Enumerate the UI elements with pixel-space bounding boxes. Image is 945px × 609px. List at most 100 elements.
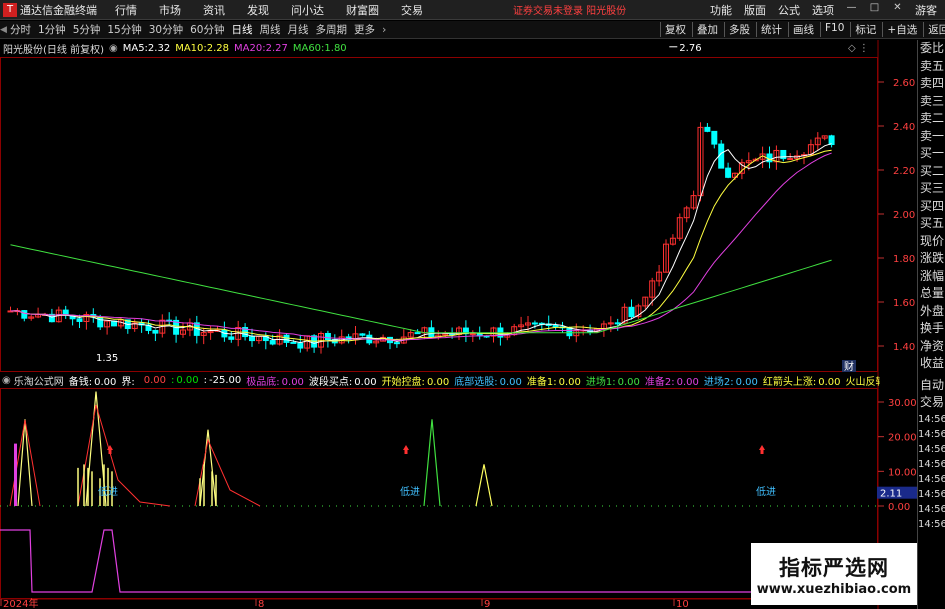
period-more[interactable]: 更多 xyxy=(354,22,375,37)
close-icon[interactable]: ✕ xyxy=(892,2,903,13)
indicator-item-label: 极品底: xyxy=(246,376,280,388)
quote-panel-item[interactable]: 买四 xyxy=(918,198,945,216)
candle-body xyxy=(552,324,559,328)
login-alert[interactable]: 证券交易未登录 阳光股份 xyxy=(513,2,626,17)
quote-panel-item[interactable]: 净资 xyxy=(918,338,945,356)
tool-back[interactable]: 返回 xyxy=(923,22,945,37)
settings-icon[interactable]: ◉ xyxy=(109,43,118,54)
tick-time: 14:56 xyxy=(918,428,945,440)
date-label: 10 xyxy=(676,599,689,609)
indicator-item: 波段买点: 0.00 xyxy=(309,373,377,388)
minimize-icon[interactable]: — xyxy=(846,2,857,13)
tool-overlay[interactable]: 叠加 xyxy=(692,22,722,37)
menu-item-wealth[interactable]: 财富圈 xyxy=(346,2,379,18)
price-tick-label: 1.80 xyxy=(893,254,915,265)
candle-body xyxy=(614,322,621,325)
period-monthly[interactable]: 月线 xyxy=(288,22,309,37)
stock-label[interactable]: 阳光股份(日线 前复权) xyxy=(3,41,104,56)
candle-body xyxy=(76,318,83,322)
ma10-line xyxy=(10,149,832,342)
current-value-label: 2.11 xyxy=(880,489,902,500)
quote-panel-item[interactable]: 委比 xyxy=(918,40,945,58)
indicator-item: 界: xyxy=(121,373,136,388)
menu-item-market[interactable]: 市场 xyxy=(159,2,181,18)
indicator-item: 进场1: 0.00 xyxy=(586,373,640,388)
auto-trade-item[interactable]: 自动 xyxy=(918,377,945,395)
menu-item-formula[interactable]: 公式 xyxy=(778,2,800,18)
indicator-item-value: 0.00 xyxy=(354,376,377,388)
signal-label: 低进 xyxy=(98,485,118,498)
tool-multi-stock[interactable]: 多股 xyxy=(724,22,754,37)
user-label[interactable]: 游客 xyxy=(915,2,937,18)
candle-body xyxy=(249,336,255,342)
price-tick-label: 2.00 xyxy=(893,210,915,221)
auto-trade-item[interactable]: 交易 xyxy=(918,394,945,412)
period-weekly[interactable]: 周线 xyxy=(260,22,281,37)
indicator-item-label: : xyxy=(203,374,208,386)
watermark-title: 指标严选网 xyxy=(779,555,889,580)
period-1min[interactable]: 1分钟 xyxy=(38,22,66,37)
indicator-item-value: 0.00 xyxy=(281,376,304,388)
menu-item-ask[interactable]: 问小达 xyxy=(291,2,324,18)
more-chevron-icon[interactable]: › xyxy=(382,23,386,36)
quote-panel-item[interactable]: 卖一 xyxy=(918,128,945,146)
quote-panel-item[interactable]: 买一 xyxy=(918,145,945,163)
ma60-value: 1.80 xyxy=(324,42,347,54)
quote-panel-item[interactable]: 现价 xyxy=(918,233,945,251)
expand-icon[interactable]: ◀ xyxy=(0,25,10,35)
period-minute[interactable]: 分时 xyxy=(10,22,31,37)
tool-draw[interactable]: 画线 xyxy=(788,22,818,37)
candle-body xyxy=(393,342,400,345)
quote-panel-item[interactable]: 涨幅 xyxy=(918,268,945,286)
period-60min[interactable]: 60分钟 xyxy=(190,22,224,37)
tool-add-favorite[interactable]: +自选 xyxy=(882,22,921,37)
period-30min[interactable]: 30分钟 xyxy=(149,22,183,37)
indicator-settings-icon[interactable]: ◉ xyxy=(2,375,11,386)
ma5-label: MA5: xyxy=(122,42,148,54)
quote-panel-item[interactable]: 换手 xyxy=(918,320,945,338)
menu-item-news[interactable]: 资讯 xyxy=(203,2,225,18)
indicator-item-value: -25.00 xyxy=(209,374,242,386)
quote-panel-item[interactable]: 卖三 xyxy=(918,93,945,111)
quote-panel-item[interactable]: 买三 xyxy=(918,180,945,198)
tool-adjust[interactable]: 复权 xyxy=(660,22,690,37)
quote-panel-item[interactable]: 外盘 xyxy=(918,303,945,321)
quote-panel-item[interactable]: 卖四 xyxy=(918,75,945,93)
quote-panel-item[interactable]: 涨跌 xyxy=(918,250,945,268)
ma20-label: MA20: xyxy=(234,42,266,54)
indicator-magenta-line xyxy=(0,529,878,593)
menu-item-options[interactable]: 选项 xyxy=(812,2,834,18)
quote-panel-item[interactable]: 收益 xyxy=(918,355,945,373)
tool-stats[interactable]: 统计 xyxy=(756,22,786,37)
period-15min[interactable]: 15分钟 xyxy=(107,22,141,37)
quote-panel-item[interactable]: 总量 xyxy=(918,285,945,303)
tool-mark[interactable]: 标记 xyxy=(850,22,880,37)
period-daily[interactable]: 日线 xyxy=(232,22,253,37)
tool-f10[interactable]: F10 xyxy=(820,22,848,37)
indicator-item: 底部选股: 0.00 xyxy=(454,373,522,388)
chart-options-icon[interactable]: ◇ ⋮ xyxy=(848,43,869,54)
maximize-icon[interactable]: □ xyxy=(869,2,880,13)
indicator-tick-label: 20.00 xyxy=(888,433,917,444)
candle-body xyxy=(290,341,297,344)
quote-panel: 委比 卖五 卖四 卖三 卖二 卖一 买一 买二 买三 买四 买五 现价 涨跌 涨幅 总量 外盘 换手 净资 收益自动… xyxy=(917,40,945,609)
period-multi[interactable]: 多周期 xyxy=(316,22,348,37)
quote-panel-item[interactable]: 卖五 xyxy=(918,58,945,76)
quote-panel-item[interactable]: 卖二 xyxy=(918,110,945,128)
indicator-item-value: 0.00 xyxy=(426,376,450,388)
indicator-name[interactable]: 乐淘公式网 xyxy=(14,373,64,388)
quote-panel-item[interactable]: 买二 xyxy=(918,163,945,181)
indicator-item-label: 波段买点: xyxy=(308,376,353,388)
quote-panel-item[interactable]: 买五 xyxy=(918,215,945,233)
menu-item-trade[interactable]: 交易 xyxy=(401,2,423,18)
period-5min[interactable]: 5分钟 xyxy=(73,22,101,37)
menu-item-quotes[interactable]: 行情 xyxy=(115,2,137,18)
menu-item-function[interactable]: 功能 xyxy=(710,2,732,18)
indicator-item: 开始控盘: 0.00 xyxy=(382,373,450,388)
kline-chart[interactable]: 2.602.402.202.001.801.601.402.761.35财30.… xyxy=(0,40,917,609)
ma5-value: 2.32 xyxy=(147,42,171,54)
menu-item-discover[interactable]: 发现 xyxy=(247,2,269,18)
menu-item-layout[interactable]: 版面 xyxy=(744,2,766,18)
red-arrow-icon xyxy=(759,445,765,450)
candle-body xyxy=(414,332,421,335)
